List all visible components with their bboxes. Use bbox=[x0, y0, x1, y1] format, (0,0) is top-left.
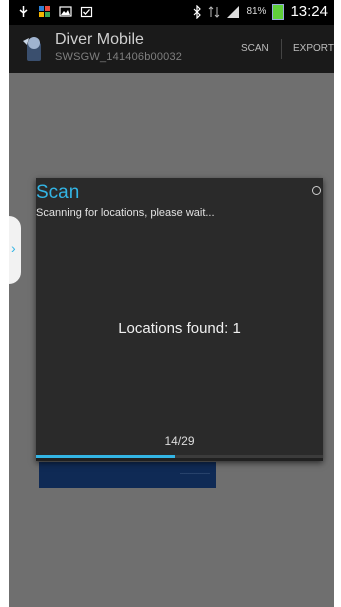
app-title: Diver Mobile bbox=[55, 31, 144, 48]
dialog-message: Scanning for locations, please wait... bbox=[36, 207, 215, 219]
background-card-text: ··············· bbox=[180, 471, 210, 477]
background-card: ··············· bbox=[39, 462, 216, 488]
data-arrows-icon bbox=[209, 5, 220, 18]
usb-icon bbox=[19, 6, 28, 17]
notification-icons bbox=[17, 5, 93, 18]
device-screen: 81% 13:24 Diver Mobile SWSGW_141406b0003… bbox=[9, 0, 334, 607]
scan-dialog: Scan Scanning for locations, please wait… bbox=[36, 178, 323, 461]
battery-icon bbox=[272, 3, 285, 20]
task-icon bbox=[80, 6, 93, 18]
dialog-title: Scan bbox=[36, 182, 80, 203]
spinner-icon bbox=[312, 186, 321, 195]
status-indicators: 81% 13:24 bbox=[193, 3, 328, 20]
scan-button[interactable]: SCAN bbox=[241, 43, 269, 54]
locations-found-label: Locations found: 1 bbox=[118, 320, 241, 337]
chevron-right-icon: › bbox=[11, 240, 16, 256]
action-bar: Diver Mobile SWSGW_141406b00032 SCAN EXP… bbox=[9, 25, 334, 73]
action-divider bbox=[281, 39, 282, 59]
clock: 13:24 bbox=[290, 3, 328, 20]
progress-count: 14/29 bbox=[164, 434, 195, 448]
device-serial: SWSGW_141406b00032 bbox=[55, 51, 183, 63]
signal-icon bbox=[227, 5, 240, 18]
dialog-bottom-edge bbox=[36, 458, 323, 461]
drawer-handle[interactable]: › bbox=[9, 216, 21, 284]
status-bar: 81% 13:24 bbox=[9, 0, 334, 25]
battery-percent: 81% bbox=[246, 6, 267, 17]
app-icon bbox=[39, 6, 50, 17]
export-button[interactable]: EXPORT bbox=[293, 43, 334, 54]
bluetooth-icon bbox=[194, 4, 202, 19]
app-logo-icon bbox=[23, 37, 41, 61]
image-icon bbox=[59, 6, 72, 17]
